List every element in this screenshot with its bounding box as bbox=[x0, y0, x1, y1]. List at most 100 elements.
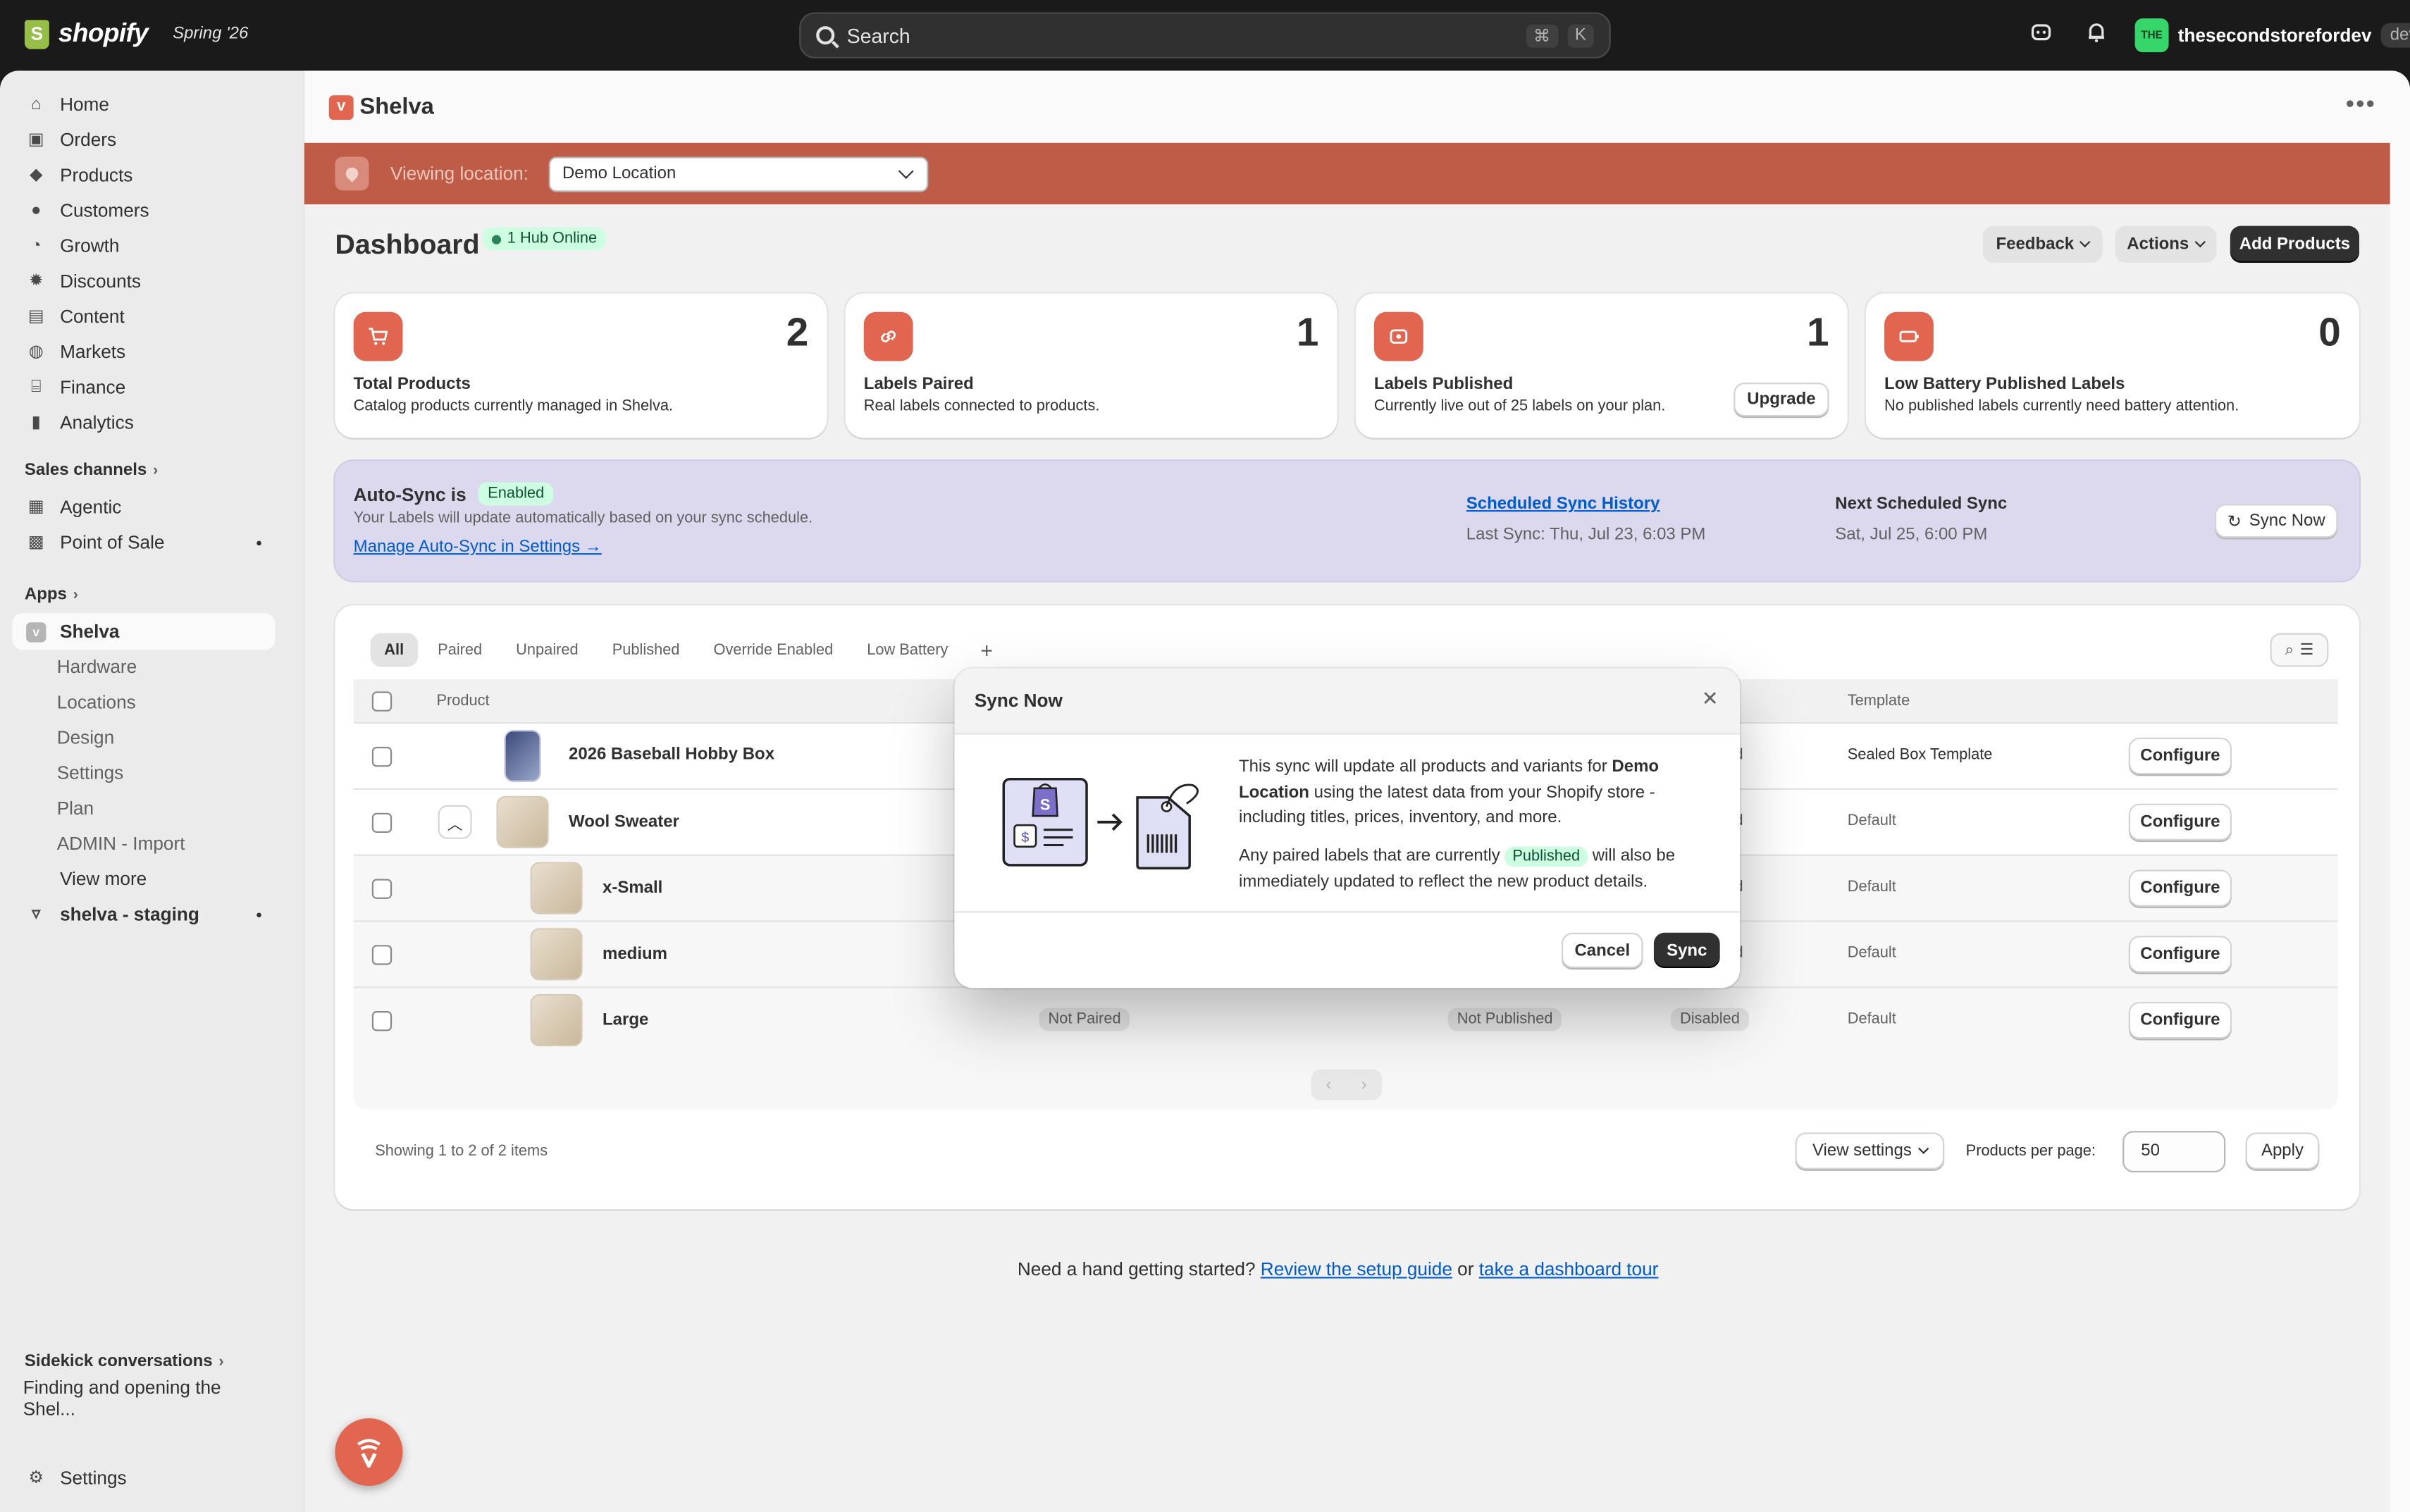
tab-low-battery[interactable]: Low Battery bbox=[853, 633, 962, 667]
home-icon: ⌂ bbox=[30, 94, 42, 113]
search-placeholder: Search bbox=[846, 23, 910, 47]
button-label: Upgrade bbox=[1747, 390, 1816, 409]
sync-now-button[interactable]: ↻ Sync Now bbox=[2214, 504, 2338, 538]
sidebar-item-store-settings[interactable]: ⚙ Settings bbox=[12, 1460, 275, 1496]
broadcast-icon bbox=[1373, 311, 1423, 361]
per-page-input[interactable]: 50 bbox=[2122, 1131, 2226, 1173]
shopify-logo[interactable]: shopify Spring '26 bbox=[24, 18, 248, 49]
chevron-down-icon bbox=[898, 163, 914, 178]
cancel-button[interactable]: Cancel bbox=[1562, 932, 1643, 968]
sidebar-item-point-of-sale[interactable]: ▩ Point of Sale bbox=[12, 524, 275, 561]
conversation-label: Finding and opening the Shel... bbox=[23, 1377, 221, 1420]
sidebar-item-design[interactable]: Design bbox=[12, 719, 275, 756]
actions-button[interactable]: Actions bbox=[2115, 225, 2217, 263]
sidebar-item-shelva[interactable]: v Shelva bbox=[12, 613, 276, 650]
search-bar[interactable]: Search ⌘ K bbox=[799, 12, 1611, 58]
manage-auto-sync-link[interactable]: Manage Auto-Sync in Settings → bbox=[354, 538, 602, 556]
sidebar-item-home[interactable]: ⌂ Home bbox=[12, 86, 275, 123]
sidebar-item-plan[interactable]: Plan bbox=[12, 790, 275, 826]
product-name: Wool Sweater bbox=[569, 812, 679, 831]
sidebar-item-hardware[interactable]: Hardware bbox=[12, 648, 275, 685]
dashboard-tour-link[interactable]: take a dashboard tour bbox=[1479, 1258, 1659, 1280]
select-all-checkbox[interactable] bbox=[371, 691, 393, 712]
table-row[interactable]: Large Not Paired Not Published Disabled … bbox=[353, 986, 2338, 1053]
configure-button[interactable]: Configure bbox=[2128, 936, 2232, 973]
sidebar-item-agentic[interactable]: ▦ Agentic bbox=[12, 489, 275, 526]
bell-icon[interactable] bbox=[2084, 22, 2109, 47]
discount-icon: ✹ bbox=[29, 271, 44, 290]
variant-name: Large bbox=[602, 1011, 649, 1030]
sidebar-item-markets[interactable]: ◍ Markets bbox=[12, 333, 275, 370]
next-page-icon[interactable]: › bbox=[1361, 1076, 1367, 1094]
store-avatar: THE bbox=[2134, 18, 2169, 53]
sidebar-item-finance[interactable]: ⌸ Finance bbox=[12, 368, 275, 405]
stat-title: Labels Paired bbox=[863, 375, 974, 394]
location-select[interactable]: Demo Location bbox=[548, 156, 929, 192]
close-icon[interactable]: ✕ bbox=[1702, 687, 1719, 712]
sidebar-item-growth[interactable]: ◔ Growth bbox=[12, 228, 275, 264]
hub-status-badge: 1 Hub Online bbox=[482, 227, 607, 251]
sidebar-item-discounts[interactable]: ✹ Discounts bbox=[12, 263, 275, 299]
tab-paired[interactable]: Paired bbox=[424, 633, 496, 667]
sales-channels-heading[interactable]: Sales channels › bbox=[25, 461, 158, 479]
sidebar-item-view-more[interactable]: View more bbox=[12, 860, 275, 897]
configure-button[interactable]: Configure bbox=[2128, 803, 2232, 841]
dialog-text: Any paired labels that are currently bbox=[1238, 845, 1500, 865]
configure-button[interactable]: Configure bbox=[2128, 1001, 2232, 1039]
sync-button[interactable]: Sync bbox=[1653, 932, 1720, 968]
sidebar-item-label: Discounts bbox=[60, 270, 141, 292]
configure-button[interactable]: Configure bbox=[2128, 737, 2232, 775]
tab-override-enabled[interactable]: Override Enabled bbox=[700, 633, 847, 667]
sidebar-item-analytics[interactable]: ▮ Analytics bbox=[12, 404, 275, 441]
sidebar-item-admin-import[interactable]: ADMIN - Import bbox=[12, 825, 275, 862]
variant-name: x-Small bbox=[602, 879, 663, 898]
add-tab-button[interactable]: + bbox=[968, 633, 1006, 667]
auto-sync-title: Auto-Sync is bbox=[353, 483, 466, 505]
search-filter-button[interactable]: ⌕ ☰ bbox=[2270, 633, 2329, 667]
apply-button[interactable]: Apply bbox=[2245, 1132, 2320, 1170]
dialog-footer: Cancel Sync bbox=[954, 911, 1741, 988]
add-products-button[interactable]: Add Products bbox=[2230, 225, 2360, 263]
button-label: View settings bbox=[1812, 1141, 1912, 1160]
sidebar-item-settings[interactable]: Settings bbox=[12, 755, 275, 791]
view-settings-button[interactable]: View settings bbox=[1795, 1132, 1945, 1170]
tab-unpaired[interactable]: Unpaired bbox=[502, 633, 593, 667]
sidebar-item-label: Customers bbox=[60, 199, 149, 222]
apps-heading[interactable]: Apps › bbox=[25, 585, 78, 604]
feedback-button[interactable]: Feedback bbox=[1982, 225, 2103, 263]
tab-all[interactable]: All bbox=[370, 633, 418, 667]
sidebar-item-shelva-staging[interactable]: ▿ shelva - staging bbox=[12, 896, 275, 932]
upgrade-button[interactable]: Upgrade bbox=[1734, 383, 1829, 417]
column-header-template: Template bbox=[1847, 693, 1910, 710]
row-checkbox[interactable] bbox=[371, 945, 393, 965]
row-checkbox[interactable] bbox=[371, 746, 393, 767]
sidebar-item-label: Finance bbox=[60, 376, 126, 398]
sidebar-item-content[interactable]: ▤ Content bbox=[12, 298, 275, 335]
sidebar-item-locations[interactable]: Locations bbox=[12, 683, 275, 720]
sidekick-icon[interactable] bbox=[2029, 22, 2053, 47]
template-cell: Default bbox=[1847, 879, 1896, 896]
row-checkbox[interactable] bbox=[371, 812, 393, 834]
store-switcher[interactable]: THE thesecondstorefordev dev bbox=[2134, 18, 2410, 53]
previous-page-icon[interactable]: ‹ bbox=[1326, 1076, 1332, 1094]
sidebar-item-orders[interactable]: ▣ Orders bbox=[12, 121, 275, 158]
setup-guide-link[interactable]: Review the setup guide bbox=[1261, 1258, 1452, 1280]
dialog-paragraph-1: This sync will update all products and v… bbox=[1239, 755, 1719, 831]
next-sync-heading: Next Scheduled Sync bbox=[1835, 495, 2008, 514]
scheduled-sync-history-link[interactable]: Scheduled Sync History bbox=[1466, 495, 1660, 513]
sidekick-conversation-item[interactable]: Finding and opening the Shel... bbox=[12, 1377, 275, 1420]
configure-button[interactable]: Configure bbox=[2128, 869, 2232, 907]
sidebar-item-label: Plan bbox=[56, 797, 94, 819]
stat-value: 1 bbox=[1296, 309, 1319, 355]
row-checkbox[interactable] bbox=[371, 1011, 393, 1031]
tab-published[interactable]: Published bbox=[598, 633, 693, 667]
sidebar-item-customers[interactable]: ● Customers bbox=[12, 192, 275, 229]
shelva-fab-button[interactable] bbox=[335, 1418, 403, 1486]
row-checkbox[interactable] bbox=[371, 879, 393, 899]
more-actions-icon[interactable]: ••• bbox=[2346, 92, 2376, 120]
sidekick-heading[interactable]: Sidekick conversations › bbox=[25, 1352, 224, 1370]
sidebar-item-products[interactable]: ◆ Products bbox=[12, 156, 275, 193]
tag-icon: ◆ bbox=[30, 165, 43, 184]
scrollbar-track[interactable] bbox=[2390, 70, 2410, 1512]
chevron-up-icon[interactable]: ︿ bbox=[438, 805, 472, 839]
